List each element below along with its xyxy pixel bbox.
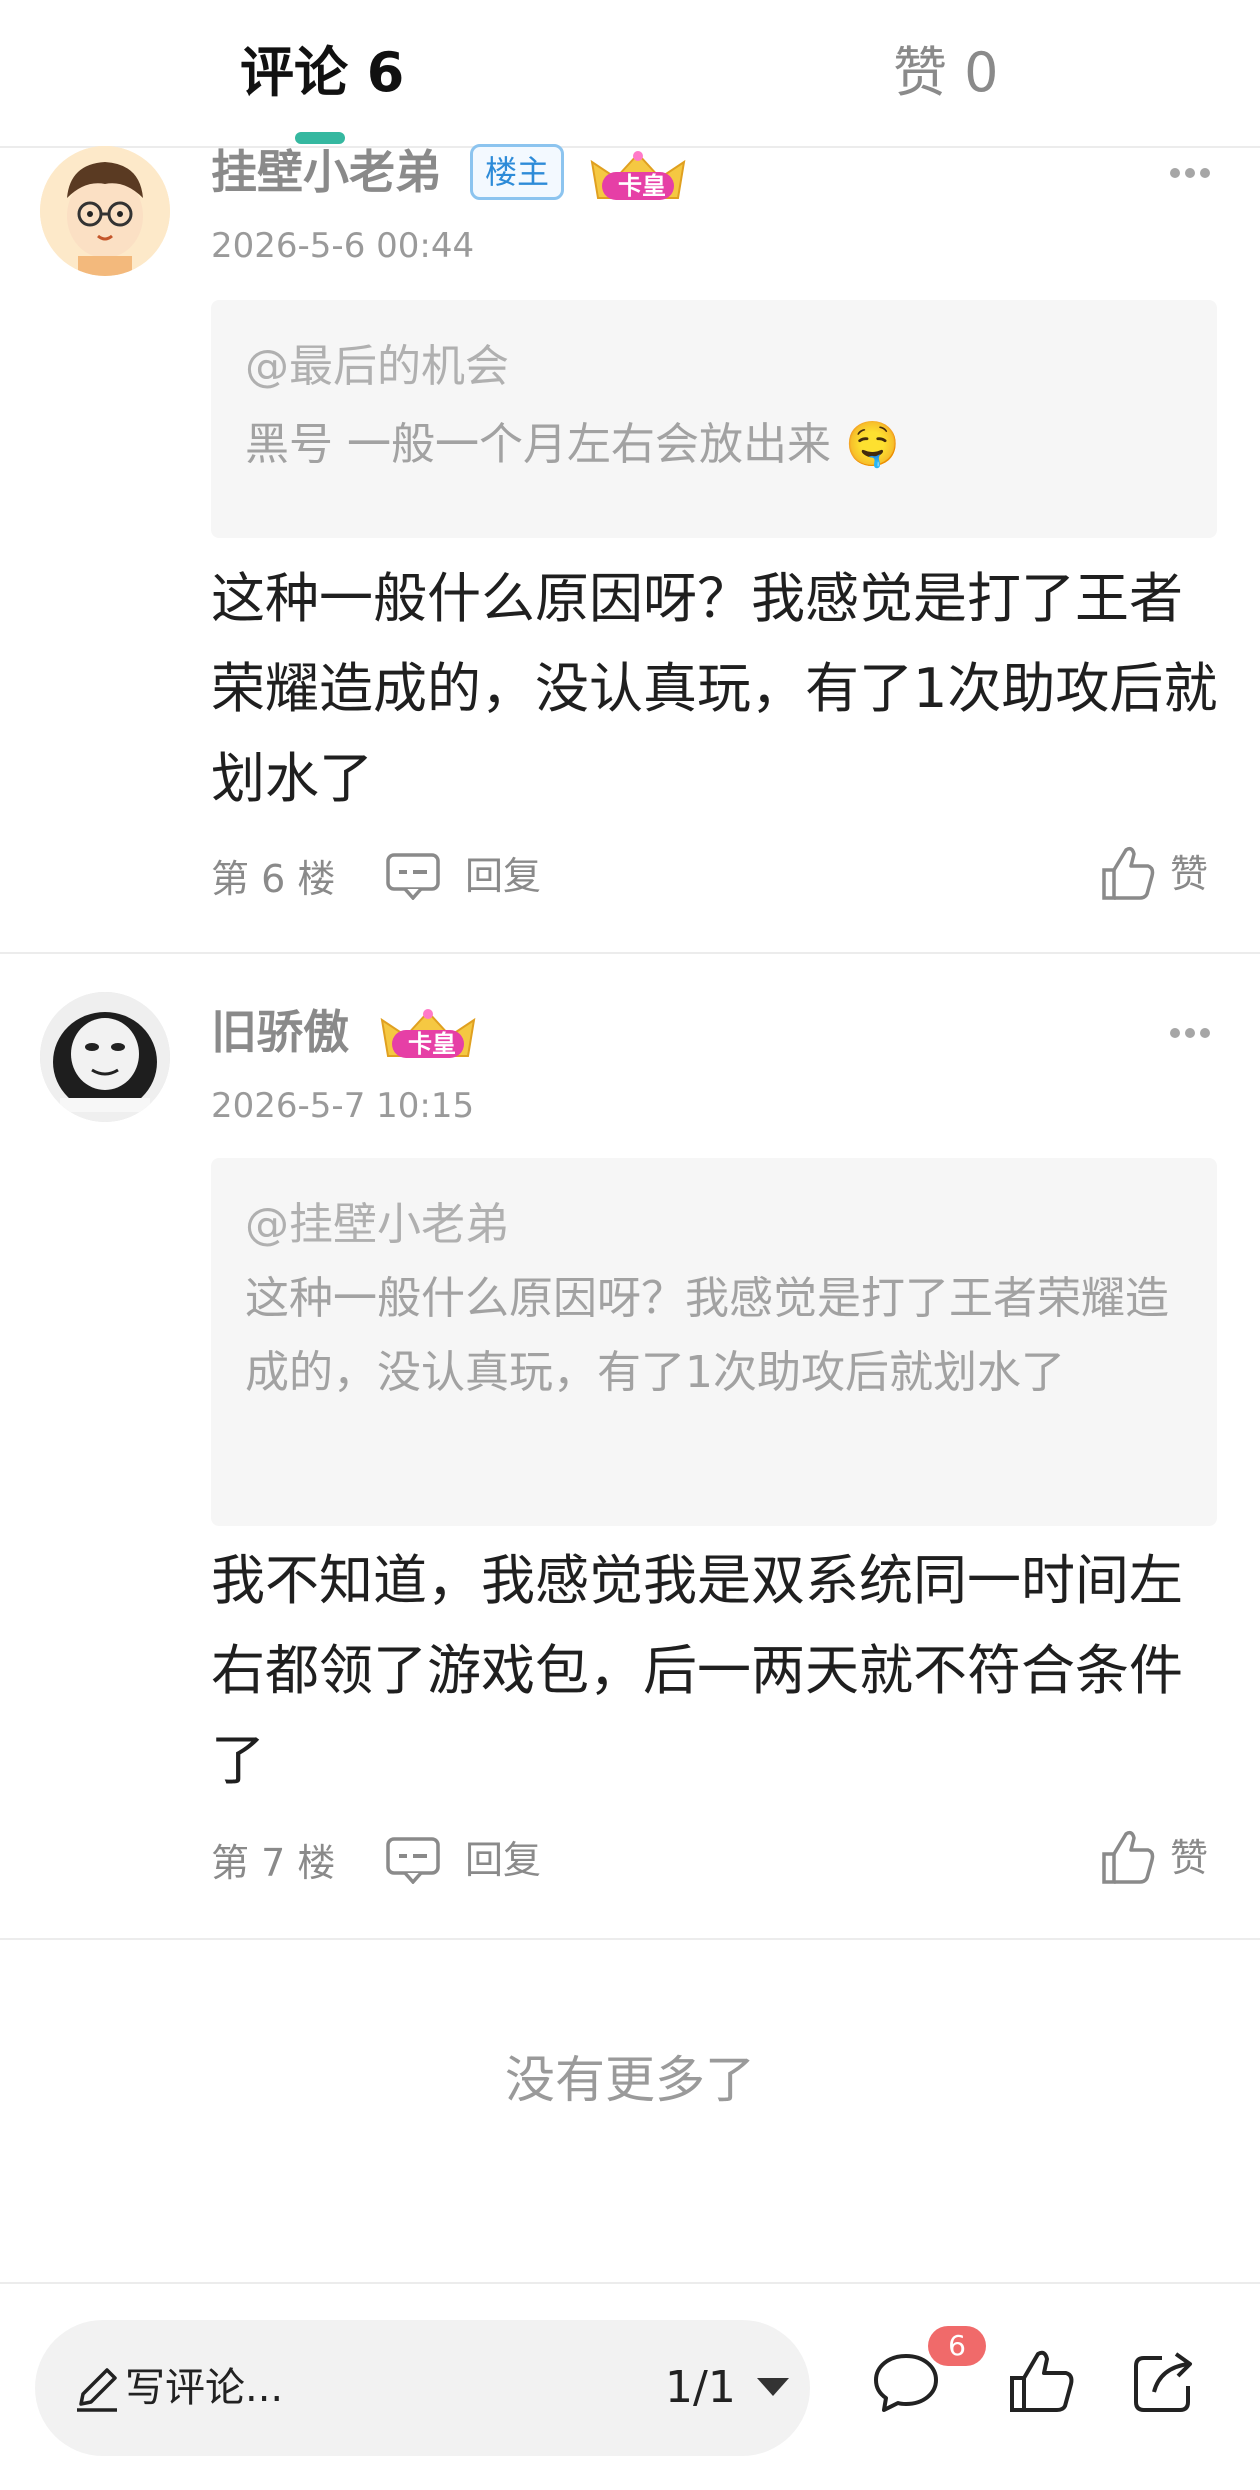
comment-text: 这种一般什么原因呀？我感觉是打了王者荣耀造成的，没认真玩，有了1次助攻后就划水了 [211,567,1218,810]
username[interactable]: 旧骄傲 [211,1002,349,1062]
avatar[interactable] [40,992,170,1122]
timestamp: 2026-5-7 10:15 [211,1086,475,1126]
thumbs-up-icon [1102,1830,1155,1884]
share-icon[interactable] [1128,2346,1200,2418]
chevron-down-icon[interactable] [757,2378,789,2396]
comment-text: 我不知道，我感觉我是双系统同一时间左右都领了游戏包，后一两天就不符合条件了 [211,1549,1183,1792]
like-label: 赞 [1170,1836,1209,1880]
comment-item: 挂壁小老弟 楼主 卡皇 2026-5-6 00:44 @最后的机会 黑号 一般一… [0,144,1260,954]
tab-comments[interactable]: 评论 6 [240,38,404,108]
panda-meme-icon [40,992,170,1122]
crown-label: 卡皇 [618,172,666,200]
tab-likes[interactable]: 赞 0 [893,38,999,108]
owner-badge: 楼主 [470,144,565,200]
like-label: 赞 [1170,852,1209,896]
write-comment-input[interactable]: 写评论... 1/1 [35,2320,810,2456]
crown-label: 卡皇 [408,1030,456,1058]
pen-icon [77,2368,117,2412]
avatar-boy-icon [40,146,170,276]
comment-item: 旧骄傲 卡皇 2026-5-7 10:15 @挂壁小老弟 这种一般什么原因呀？我… [0,952,1260,1940]
username[interactable]: 挂壁小老弟 [211,142,441,202]
quote-text: 黑号 一般一个月左右会放出来 🤤 [245,419,900,470]
more-options-button[interactable] [1170,1028,1210,1040]
timestamp: 2026-5-6 00:44 [211,226,475,266]
no-more-text: 没有更多了 [505,2051,755,2109]
reply-label: 回复 [465,1838,542,1882]
avatar[interactable] [40,146,170,276]
comment-tabs: 评论 6 赞 0 [0,0,1260,148]
quoted-comment[interactable]: @挂壁小老弟 这种一般什么原因呀？我感觉是打了王者荣耀造成的，没认真玩，有了1次… [211,1158,1217,1526]
reply-icon [386,1837,440,1884]
crown-badge: 卡皇 [588,148,688,204]
more-options-button[interactable] [1170,168,1210,180]
floor-number: 第 6 楼 [211,857,336,901]
quote-text: 这种一般什么原因呀？我感觉是打了王者荣耀造成的，没认真玩，有了1次助攻后就划水了 [245,1273,1169,1398]
thumbs-up-icon[interactable] [1006,2346,1078,2418]
compose-placeholder: 写评论... [125,2365,284,2411]
floor-number: 第 7 楼 [211,1841,336,1885]
quote-author: @最后的机会 [245,341,509,392]
comment-count-badge: 6 [928,2326,986,2366]
reply-icon [386,853,440,900]
quoted-comment[interactable]: @最后的机会 黑号 一般一个月左右会放出来 🤤 [211,300,1217,538]
reply-label: 回复 [465,854,542,898]
page-indicator[interactable]: 1/1 [665,2354,736,2422]
crown-badge: 卡皇 [378,1006,478,1062]
quote-author: @挂壁小老弟 [245,1199,509,1250]
bottom-action-bar: 写评论... 1/1 6 [0,2282,1260,2490]
thumbs-up-icon [1102,846,1155,900]
